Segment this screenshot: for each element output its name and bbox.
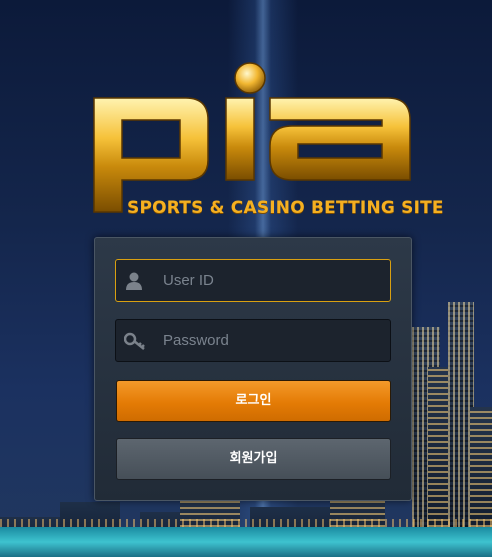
key-icon [123,331,145,351]
login-panel: User ID Password 로그인 회원가입 [94,237,412,501]
password-placeholder: Password [163,332,229,349]
user-id-placeholder: User ID [163,272,214,289]
password-input[interactable]: Password [115,319,391,362]
signup-button[interactable]: 회원가입 [116,438,391,480]
brand-logo [88,60,418,220]
brand-tagline: SPORTS & CASINO BETTING SITE [127,198,444,218]
user-icon [124,271,144,291]
user-id-input[interactable]: User ID [115,259,391,302]
login-button[interactable]: 로그인 [116,380,391,422]
